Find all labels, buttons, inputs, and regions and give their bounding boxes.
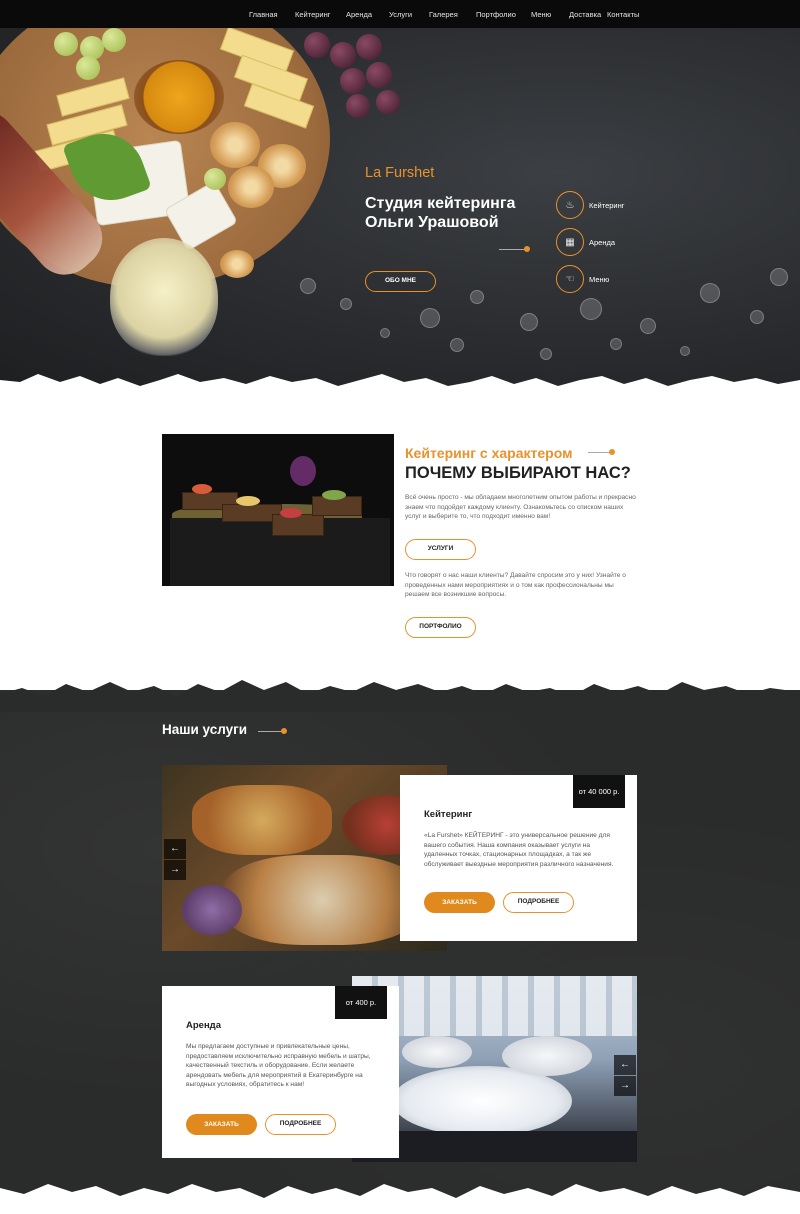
rent-price-badge: от 400 р. xyxy=(335,986,387,1019)
services-title-decoration xyxy=(258,731,282,732)
nav-item-portfolio[interactable]: Портфолио xyxy=(476,10,531,19)
rent-card-text: Мы предлагаем доступные и привлекательны… xyxy=(186,1043,371,1089)
catering-order-button[interactable]: ЗАКАЗАТЬ xyxy=(424,892,495,913)
about-me-button[interactable]: ОБО МНЕ xyxy=(365,271,436,292)
top-navigation: Главная Кейтеринг Аренда Услуги Галерея … xyxy=(0,0,800,28)
about-title: ПОЧЕМУ ВЫБИРАЮТ НАС? xyxy=(405,464,631,482)
portfolio-button[interactable]: ПОРТФОЛИО xyxy=(405,617,476,638)
hero-title-line2: Ольги Урашовой xyxy=(365,214,499,231)
services-title: Наши услуги xyxy=(162,722,248,737)
menu-icon: ☜ xyxy=(556,265,584,293)
about-text-2: Что говорят о нас наши клиенты? Давайте … xyxy=(405,572,626,599)
catering-card-title: Кейтеринг xyxy=(424,809,473,820)
nav-item-delivery[interactable]: Доставка xyxy=(569,10,607,19)
rent-order-button[interactable]: ЗАКАЗАТЬ xyxy=(186,1114,257,1135)
calendar-icon: ▦ xyxy=(556,228,584,256)
rent-service-card: от 400 р. Аренда Мы предлагаем доступные… xyxy=(162,986,399,1158)
catering-prev-arrow[interactable]: ← xyxy=(164,839,186,859)
about-subtitle-dot xyxy=(609,449,615,455)
nav-item-contacts[interactable]: Контакты xyxy=(607,10,647,19)
quick-link-label: Меню xyxy=(589,274,610,284)
quick-link-label: Кейтеринг xyxy=(589,200,625,210)
nav-item-gallery[interactable]: Галерея xyxy=(429,10,476,19)
about-subtitle-decoration xyxy=(588,452,610,453)
nav-item-services[interactable]: Услуги xyxy=(389,10,429,19)
catering-more-button[interactable]: ПОДРОБНЕЕ xyxy=(503,892,574,913)
rent-next-arrow[interactable]: → xyxy=(614,1076,636,1096)
catering-service-card: от 40 000 р. Кейтеринг «La Furshet» КЕЙТ… xyxy=(400,775,637,941)
hero-title-line1: Студия кейтеринга xyxy=(365,195,516,212)
torn-edge-top xyxy=(0,680,800,712)
catering-buffet-image xyxy=(162,434,394,586)
nav-menu: Главная Кейтеринг Аренда Услуги Галерея … xyxy=(249,0,647,28)
nav-item-menu[interactable]: Меню xyxy=(531,10,569,19)
torn-edge-divider xyxy=(0,374,800,412)
torn-edge-bottom xyxy=(0,1184,800,1214)
nav-item-home[interactable]: Главная xyxy=(249,10,295,19)
about-subtitle: Кейтеринг с характером xyxy=(405,445,573,461)
hero-section: La Furshet Студия кейтеринга Ольги Урашо… xyxy=(0,28,800,388)
hero-title: Студия кейтеринга Ольги Урашовой xyxy=(365,194,515,232)
nav-item-rent[interactable]: Аренда xyxy=(346,10,389,19)
quick-link-menu[interactable]: ☜ Меню xyxy=(556,265,625,293)
catering-card-text: «La Furshet» КЕЙТЕРИНГ - это универсальн… xyxy=(424,832,614,868)
hero-brand: La Furshet xyxy=(365,165,435,181)
rent-card-title: Аренда xyxy=(186,1020,221,1031)
quick-link-catering[interactable]: ♨ Кейтеринг xyxy=(556,191,625,219)
services-title-dot xyxy=(281,728,287,734)
hero-quick-links: ♨ Кейтеринг ▦ Аренда ☜ Меню xyxy=(556,191,625,303)
catering-next-arrow[interactable]: → xyxy=(164,860,186,880)
catering-icon: ♨ xyxy=(556,191,584,219)
catering-price-badge: от 40 000 р. xyxy=(573,775,625,808)
quick-link-label: Аренда xyxy=(589,237,616,247)
about-text-1: Всё очень просто - мы обладаем многолетн… xyxy=(405,494,636,521)
services-button[interactable]: УСЛУГИ xyxy=(405,539,476,560)
nav-item-catering[interactable]: Кейтеринг xyxy=(295,10,346,19)
hero-title-dot xyxy=(524,246,530,252)
quick-link-rent[interactable]: ▦ Аренда xyxy=(556,228,625,256)
hero-title-decoration xyxy=(499,249,525,250)
rent-more-button[interactable]: ПОДРОБНЕЕ xyxy=(265,1114,336,1135)
rent-prev-arrow[interactable]: ← xyxy=(614,1055,636,1075)
